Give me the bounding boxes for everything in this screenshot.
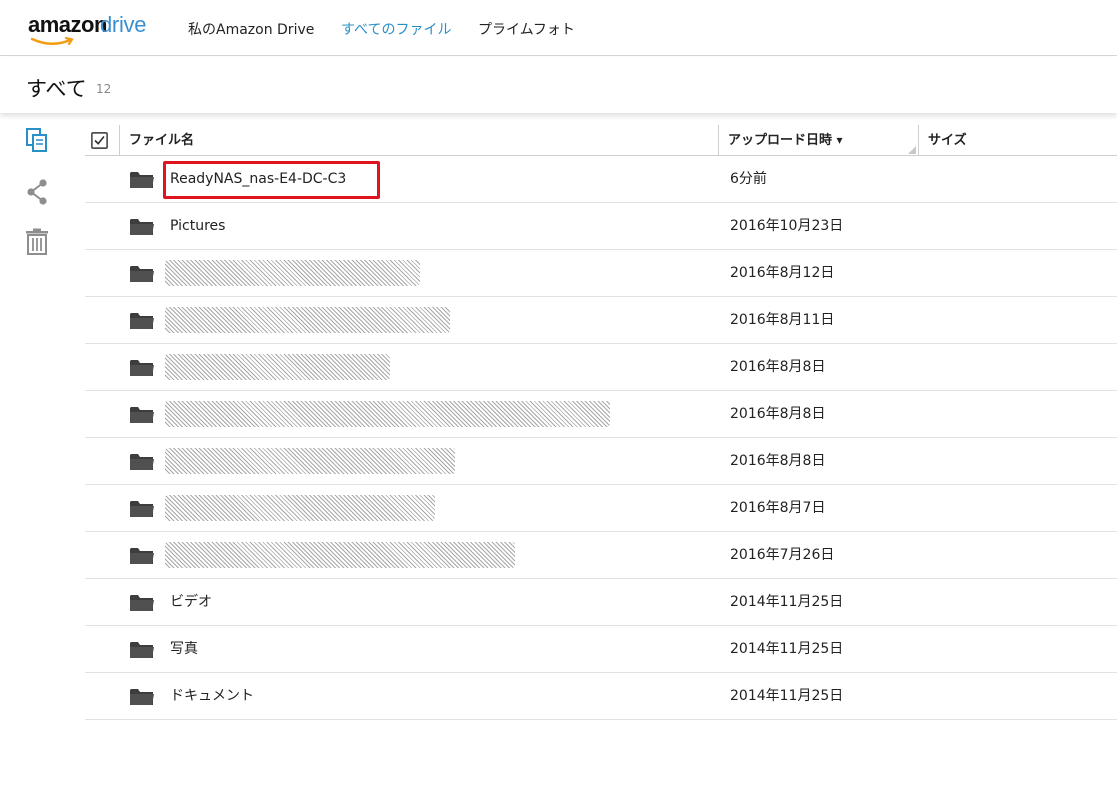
nav-my-drive[interactable]: 私のAmazon Drive [188,19,314,39]
table-row[interactable]: ドキュメント 2014年11月25日 [85,673,1117,720]
column-header-name-label: ファイル名 [129,133,195,148]
folder-icon [130,219,154,235]
obscured-file-name [165,307,450,333]
obscured-file-name [165,448,455,474]
folder-icon [130,360,154,376]
sort-descending-icon: ▾ [836,133,843,147]
folder-icon [130,642,154,658]
top-navigation-bar: amazon drive 私のAmazon Drive すべてのファイル プライ… [0,0,1117,56]
obscured-file-name [165,260,420,286]
upload-date: 2016年8月11日 [730,312,835,328]
table-row[interactable]: Pictures 2016年10月23日 [85,203,1117,250]
amazon-smile-icon [30,37,74,46]
file-name[interactable]: ビデオ [170,579,212,626]
table-header: ファイル名 アップロード日時 ▾ サイズ [85,125,1117,156]
upload-date: 2014年11月25日 [730,688,844,704]
table-row[interactable]: 2016年8月12日 [85,250,1117,297]
folder-icon [130,689,154,705]
folder-icon [130,266,154,282]
folder-icon [130,313,154,329]
upload-date: 2014年11月25日 [730,594,844,610]
folder-icon [130,172,154,188]
upload-date: 2016年8月7日 [730,500,826,516]
upload-date: 2016年7月26日 [730,547,835,563]
item-count: 12 [96,82,112,96]
obscured-file-name [165,354,390,380]
obscured-file-name [165,401,610,427]
table-row[interactable]: ReadyNAS_nas-E4-DC-C3 6分前 [85,156,1117,203]
folder-icon [130,595,154,611]
upload-date: 2016年10月23日 [730,218,844,234]
obscured-file-name [165,542,515,568]
column-resize-icon[interactable] [908,146,916,154]
column-header-uploaded[interactable]: アップロード日時 ▾ [718,125,918,156]
folder-icon [130,454,154,470]
table-row[interactable]: 2016年8月11日 [85,297,1117,344]
upload-date: 2016年8月8日 [730,359,826,375]
logo-text-drive: drive [100,12,147,37]
trash-icon[interactable] [24,228,52,256]
table-row[interactable]: 2016年7月26日 [85,532,1117,579]
table-row[interactable]: 2016年8月8日 [85,391,1117,438]
file-name[interactable]: Pictures [170,203,225,250]
column-header-uploaded-label: アップロード日時 [728,133,833,148]
table-row[interactable]: 写真 2014年11月25日 [85,626,1117,673]
checkbox-icon[interactable] [91,132,108,149]
table-row[interactable]: 2016年8月8日 [85,344,1117,391]
upload-date: 2016年8月12日 [730,265,835,281]
upload-date: 2014年11月25日 [730,641,844,657]
column-header-size[interactable]: サイズ [918,125,1117,156]
column-header-size-label: サイズ [928,133,967,148]
page-title: すべて [26,77,87,101]
page-header: すべて 12 [0,57,1117,113]
table-row[interactable]: 2016年8月8日 [85,438,1117,485]
folder-icon [130,407,154,423]
copy-icon[interactable] [24,127,52,155]
table-row[interactable]: ビデオ 2014年11月25日 [85,579,1117,626]
logo-text-amazon: amazon [28,12,107,37]
upload-date: 6分前 [730,171,767,187]
file-table: ファイル名 アップロード日時 ▾ サイズ ReadyNAS_nas-E4-DC-… [85,125,1117,720]
highlight-box [163,161,380,199]
table-row[interactable]: 2016年8月7日 [85,485,1117,532]
share-icon[interactable] [24,178,52,206]
file-name[interactable]: ドキュメント [170,673,254,720]
nav-prime-photos[interactable]: プライムフォト [478,19,575,39]
amazon-drive-logo[interactable]: amazon drive [28,12,158,46]
upload-date: 2016年8月8日 [730,453,826,469]
upload-date: 2016年8月8日 [730,406,826,422]
file-list: ReadyNAS_nas-E4-DC-C3 6分前 Pictures 2016年… [85,156,1117,720]
column-header-name[interactable]: ファイル名 [119,125,718,156]
file-name[interactable]: 写真 [170,626,198,673]
select-all-cell [85,125,119,156]
nav-all-files[interactable]: すべてのファイル [341,19,451,39]
obscured-file-name [165,495,435,521]
folder-icon [130,501,154,517]
folder-icon [130,548,154,564]
